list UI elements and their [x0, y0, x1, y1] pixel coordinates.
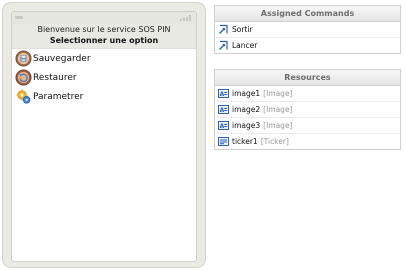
resource-item-image2[interactable]: A image2 [Image] — [215, 102, 400, 118]
phone-screen: Bienvenue sur le service SOS PIN Selecti… — [11, 11, 197, 262]
option-label: Parametrer — [33, 91, 84, 102]
resource-type: [Ticker] — [260, 137, 289, 146]
command-item-lancer[interactable]: Lancer — [215, 38, 400, 53]
resource-name: ticker1 — [232, 137, 258, 146]
ticker-resource-icon — [218, 137, 229, 146]
resource-type: [Image] — [263, 105, 293, 114]
option-label: Sauvegarder — [33, 53, 91, 64]
resource-name: image2 — [232, 105, 261, 114]
select-prompt: Selectionner une option — [49, 36, 159, 45]
option-sauvegarder[interactable]: Sauvegarder — [12, 49, 196, 68]
resource-name: image1 — [232, 89, 261, 98]
restore-icon — [15, 69, 32, 86]
resource-type: [Image] — [263, 121, 293, 130]
image-resource-icon: A — [218, 105, 229, 114]
settings-icon — [16, 89, 31, 104]
svg-text:A: A — [220, 123, 225, 130]
resources-panel: Resources A image1 [Image] A image2 [Ima… — [214, 69, 401, 150]
svg-text:A: A — [220, 91, 225, 98]
screen-header: Bienvenue sur le service SOS PIN Selecti… — [12, 24, 196, 49]
option-restaurer[interactable]: Restaurer — [12, 68, 196, 87]
phone-preview: Bienvenue sur le service SOS PIN Selecti… — [2, 2, 206, 268]
panel-title: Resources — [215, 70, 400, 86]
command-item-sortir[interactable]: Sortir — [215, 22, 400, 38]
svg-text:A: A — [220, 107, 225, 114]
command-icon — [219, 40, 228, 50]
panel-title: Assigned Commands — [215, 6, 400, 22]
option-parametrer[interactable]: Parametrer — [12, 87, 196, 106]
signal-icon — [180, 15, 192, 21]
resource-name: image3 — [232, 121, 261, 130]
resource-item-image3[interactable]: A image3 [Image] — [215, 118, 400, 134]
image-resource-icon: A — [218, 89, 229, 98]
image-resource-icon: A — [218, 121, 229, 130]
phone-status-bar — [12, 12, 196, 24]
resource-item-image1[interactable]: A image1 [Image] — [215, 86, 400, 102]
welcome-text: Bienvenue sur le service SOS PIN — [37, 25, 171, 34]
battery-icon — [15, 16, 23, 19]
assigned-commands-panel: Assigned Commands Sortir Lancer — [214, 5, 401, 54]
option-label: Restaurer — [33, 72, 77, 83]
command-label: Sortir — [232, 25, 253, 34]
resource-type: [Image] — [263, 89, 293, 98]
command-label: Lancer — [232, 41, 258, 50]
save-icon — [15, 50, 32, 67]
command-icon — [219, 24, 228, 34]
resource-item-ticker1[interactable]: ticker1 [Ticker] — [215, 134, 400, 149]
editor-view: Bienvenue sur le service SOS PIN Selecti… — [0, 0, 406, 271]
